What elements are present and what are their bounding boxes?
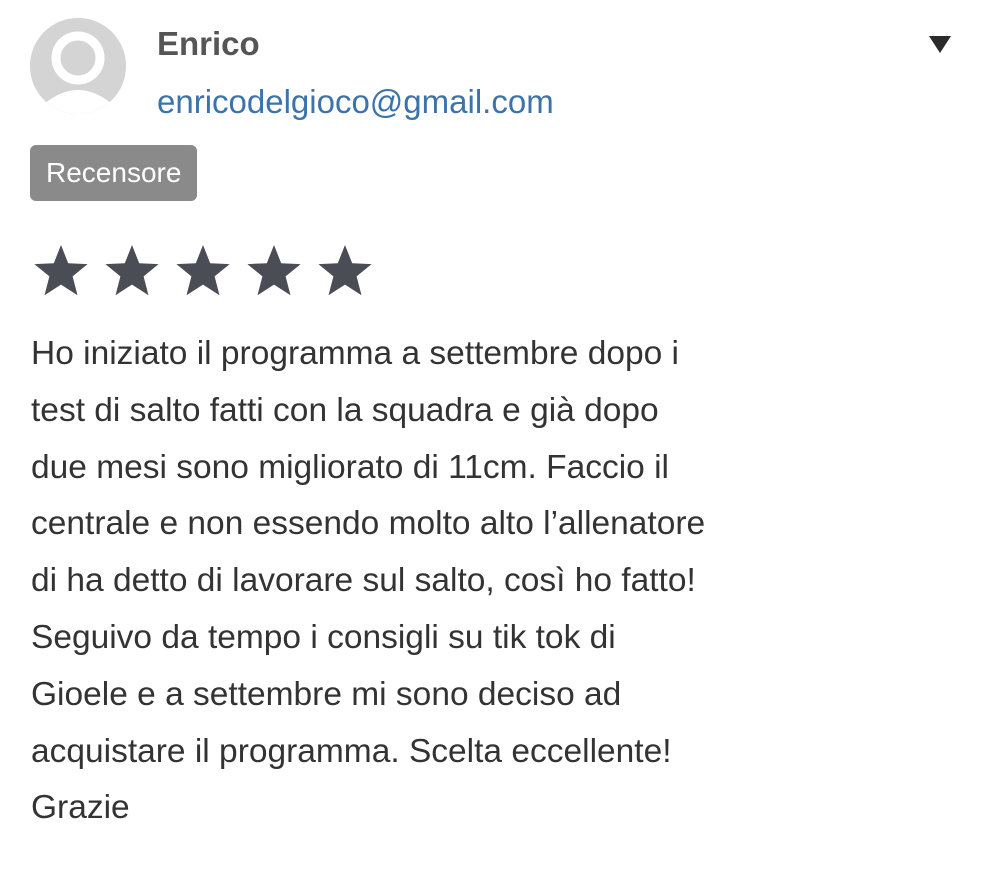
review-line: Gioele e a settembre mi sono deciso ad (31, 675, 622, 713)
review-line: Grazie (31, 789, 130, 827)
review-line: acquistare il programma. Scelta eccellen… (31, 732, 672, 770)
reviewer-email-link[interactable]: enricodelgioco@gmail.com (157, 82, 554, 122)
review-line: di ha detto di lavorare sul salto, così … (31, 562, 696, 600)
review-line: due mesi sono migliorato di 11cm. Faccio… (31, 448, 670, 486)
caret-down-icon (929, 36, 951, 53)
review-line: test di salto fatti con la squadra e già… (31, 391, 659, 429)
star-icon (104, 243, 160, 299)
avatar (30, 18, 126, 114)
star-rating (33, 243, 388, 299)
review-text: Ho iniziato il programma a settembre dop… (31, 326, 891, 837)
reviewer-name: Enrico (157, 25, 260, 62)
star-icon (175, 243, 231, 299)
role-badge: Recensore (30, 145, 198, 201)
review-line: Ho iniziato il programma a settembre dop… (31, 335, 679, 372)
star-icon (317, 243, 373, 299)
review-line: Seguivo da tempo i consigli su tik tok d… (31, 618, 616, 656)
star-icon (246, 243, 302, 299)
review-line: centrale e non essendo molto alto l’alle… (31, 505, 706, 543)
default-user-avatar-icon (30, 18, 126, 114)
star-icon (33, 243, 89, 299)
options-dropdown-button[interactable] (920, 28, 956, 58)
